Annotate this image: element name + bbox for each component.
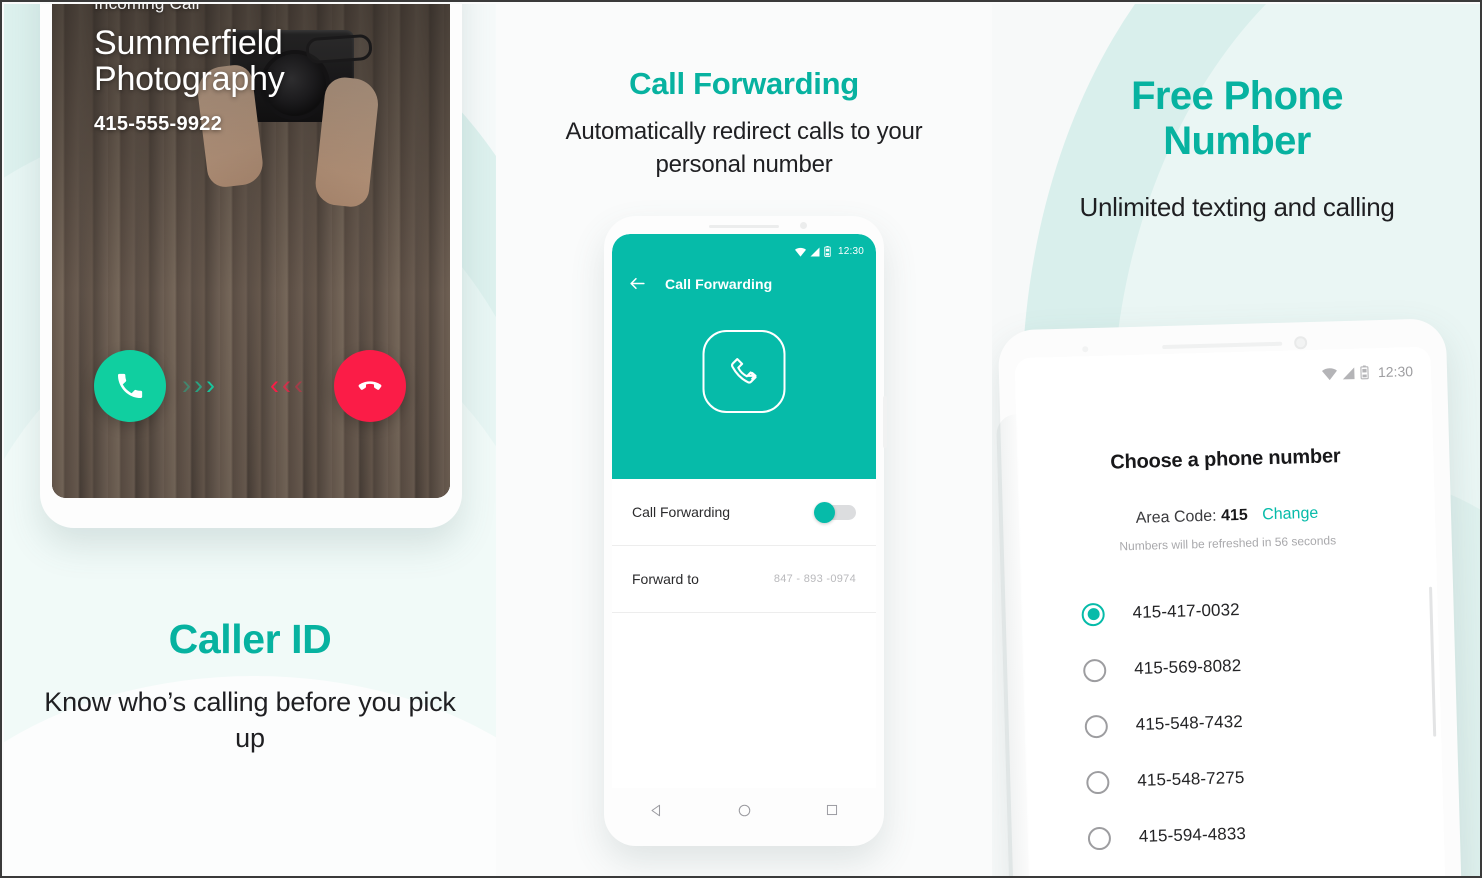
free-number-caption: Free Phone Number Unlimited texting and …: [992, 74, 1480, 223]
proximity-sensor-icon: [1082, 346, 1089, 353]
row-call-forwarding-toggle[interactable]: Call Forwarding: [612, 479, 876, 546]
earpiece-speaker: [709, 225, 779, 228]
radio-button[interactable]: [1081, 602, 1105, 626]
call-forwarding-title: Call Forwarding: [629, 66, 859, 101]
status-bar: 12:30: [1014, 347, 1431, 393]
nav-home-circle-icon[interactable]: [737, 803, 752, 818]
radio-button[interactable]: [1084, 714, 1109, 738]
call-forwarding-toggle[interactable]: [814, 502, 856, 523]
phone-number-option[interactable]: 415-569-8082: [1082, 632, 1439, 698]
chevron-left-icon: ‹: [282, 370, 291, 400]
phone-mockup-free-number: 12:30 Choose a phone number Area Code: 4…: [997, 318, 1463, 876]
forwarded-call-glyph: [730, 357, 757, 384]
chevron-left-icon: ‹: [270, 370, 279, 400]
chevron-right-icon: ›: [194, 370, 203, 400]
android-nav-bar: [612, 788, 876, 832]
caller-id-caption: Caller ID Know who’s calling before you …: [4, 616, 496, 757]
status-bar-time: 12:30: [837, 246, 864, 257]
row-label: Forward to: [632, 571, 699, 587]
call-forwarding-subtitle: Automatically redirect calls to your per…: [565, 118, 923, 178]
choose-number-title: Choose a phone number: [1109, 445, 1341, 474]
call-actions: › › › ‹ ‹ ‹: [52, 350, 450, 426]
incoming-call-label: Incoming Call: [94, 4, 430, 14]
phone-number-option[interactable]: 415-594-4833: [1087, 800, 1444, 866]
call-forwarding-header: 12:30 Call Forwarding: [612, 234, 876, 479]
area-code-row: Area Code: 415 Change: [1019, 502, 1435, 532]
phone-hangup-icon: [358, 381, 382, 390]
forward-to-number: 847 - 893 -0974: [773, 573, 856, 585]
chevron-right-icon: ›: [182, 370, 191, 400]
cell-signal-icon: [810, 247, 820, 256]
refresh-countdown-note: Numbers will be refreshed in 56 seconds: [1119, 533, 1337, 554]
panel-caller-id: Incoming Call Summerfield Photography 41…: [4, 4, 496, 876]
app-bar: Call Forwarding: [612, 260, 876, 293]
phone-number-label: 415-417-0032: [1132, 600, 1240, 623]
caller-info: Incoming Call Summerfield Photography 41…: [94, 4, 430, 136]
panel-row: Incoming Call Summerfield Photography 41…: [4, 4, 1480, 876]
phone-number-option[interactable]: 415-548-7432: [1084, 688, 1441, 754]
front-camera-icon: [1293, 336, 1308, 350]
phone-number-option[interactable]: 415-417-0032: [1081, 577, 1438, 643]
area-code-label: Area Code:: [1135, 507, 1217, 527]
app-bar-title: Call Forwarding: [665, 275, 773, 292]
area-code-value: 415: [1220, 506, 1249, 525]
call-forwarding-screen: 12:30 Call Forwarding Call Forwarding Fo…: [612, 234, 876, 794]
free-number-subtitle: Unlimited texting and calling: [1079, 191, 1395, 222]
phone-mockup-wrapper: 12:30 Choose a phone number Area Code: 4…: [996, 318, 1480, 876]
toggle-knob: [814, 502, 835, 523]
phone-number-label: 415-548-7432: [1135, 711, 1244, 734]
choose-number-screen: 12:30 Choose a phone number Area Code: 4…: [1014, 346, 1446, 876]
settings-list: Call Forwarding Forward to 847 - 893 -09…: [612, 479, 876, 613]
phone-mockup-caller-id: Incoming Call Summerfield Photography 41…: [40, 4, 462, 528]
caller-id-subtitle: Know who’s calling before you pick up: [44, 687, 456, 753]
battery-icon: [1360, 365, 1369, 380]
radio-button[interactable]: [1082, 658, 1107, 682]
panel-free-phone-number: Free Phone Number Unlimited texting and …: [992, 4, 1480, 876]
row-forward-to[interactable]: Forward to 847 - 893 -0974: [612, 546, 876, 613]
change-area-code-link[interactable]: Change: [1262, 505, 1318, 524]
free-number-title-line2: Number: [1163, 118, 1311, 163]
call-forwarding-icon: [702, 330, 786, 413]
chevron-right-icon: ›: [206, 370, 215, 400]
nav-back-triangle-icon[interactable]: [649, 803, 664, 818]
battery-icon: [824, 246, 831, 257]
caller-number: 415-555-9922: [94, 113, 223, 136]
incoming-call-screen: Incoming Call Summerfield Photography 41…: [52, 4, 450, 498]
accept-swipe-hint: › › ›: [182, 372, 215, 399]
phone-number-label: 415-548-7275: [1137, 767, 1245, 790]
radio-button[interactable]: [1087, 826, 1112, 850]
phone-handset-icon: [118, 373, 143, 398]
call-forwarding-caption: Call Forwarding Automatically redirect c…: [496, 66, 992, 181]
cell-signal-icon: [1342, 366, 1355, 379]
back-arrow-icon[interactable]: [628, 274, 647, 293]
accept-call-button[interactable]: [94, 350, 166, 422]
status-bar: 12:30: [612, 234, 876, 260]
free-number-title-line1: Free Phone: [1131, 74, 1343, 118]
nav-recents-square-icon[interactable]: [825, 803, 839, 817]
wifi-icon: [1321, 367, 1337, 380]
wifi-icon: [794, 247, 806, 257]
phone-number-label: 415-569-8082: [1133, 656, 1242, 678]
caller-name: Summerfield Photography: [94, 24, 285, 99]
panel-call-forwarding: Call Forwarding Automatically redirect c…: [496, 4, 992, 876]
chevron-left-icon: ‹: [294, 370, 303, 400]
front-camera-icon: [800, 222, 807, 229]
radio-button[interactable]: [1086, 770, 1110, 794]
phone-number-label: 415-594-4833: [1138, 823, 1247, 846]
row-label: Call Forwarding: [632, 504, 731, 520]
caller-id-title: Caller ID: [168, 616, 332, 662]
feature-screenshot-sheet: Incoming Call Summerfield Photography 41…: [0, 0, 1482, 878]
phone-number-option[interactable]: 415-548-7275: [1086, 744, 1443, 810]
phone-mockup-call-forwarding: 12:30 Call Forwarding Call Forwarding Fo…: [604, 216, 887, 846]
decline-call-button[interactable]: [334, 350, 406, 422]
status-bar-time: 12:30: [1377, 363, 1414, 381]
decline-swipe-hint: ‹ ‹ ‹: [270, 372, 303, 399]
phone-number-list: 415-417-0032 415-569-8082 415-548-7432 4…: [1021, 577, 1445, 869]
